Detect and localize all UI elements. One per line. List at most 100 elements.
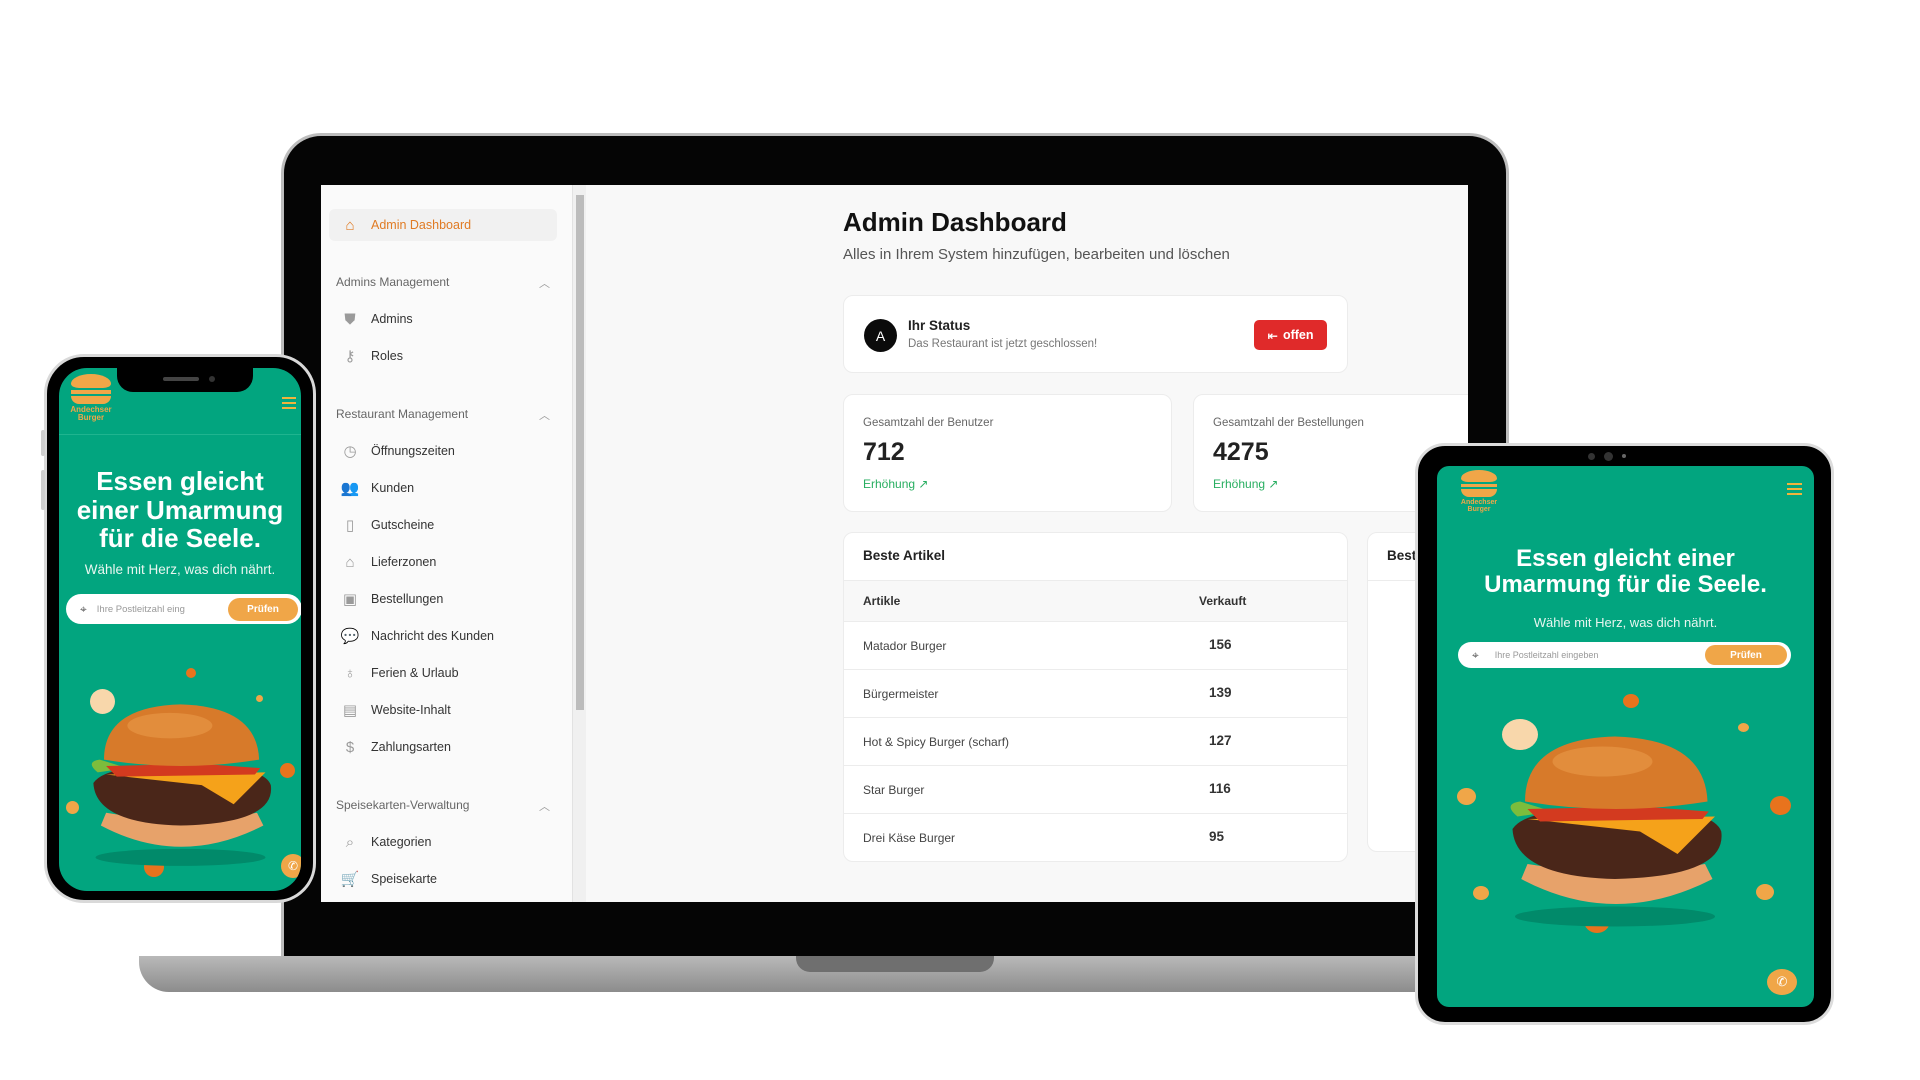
sidebar-item-gutscheine[interactable]: ▯ Gutscheine: [329, 509, 557, 541]
decor-dot: [186, 668, 196, 678]
table-row: Hot & Spicy Burger (scharf) 127: [844, 718, 1347, 766]
stat-card-users: Gesamtzahl der Benutzer 712 Erhöhung ↗: [843, 394, 1172, 512]
decor-dot: [1623, 694, 1639, 708]
chat-icon: 💬: [340, 628, 360, 645]
status-title: Ihr Status: [908, 318, 971, 333]
stat-value: 712: [863, 438, 905, 466]
dollar-icon: $: [345, 738, 355, 756]
login-icon: ⇤: [1267, 328, 1278, 343]
chevron-up-icon: ︿: [539, 410, 550, 422]
stat-trend: Erhöhung ↗: [863, 477, 929, 491]
trending-up-icon: ↗: [918, 477, 929, 491]
tablet-website-screen: Andechser Burger Essen gleicht einer Uma…: [1437, 466, 1814, 1007]
check-button[interactable]: Prüfen: [228, 597, 298, 621]
voucher-icon: ▯: [345, 517, 355, 534]
brand-logo[interactable]: Andechser Burger: [69, 374, 113, 422]
card-title: Beste Artikel: [863, 548, 946, 563]
burger-image: [91, 704, 272, 866]
sidebar-item-nachricht[interactable]: 💬 Nachricht des Kunden: [329, 620, 557, 652]
stat-trend: Erhöhung ↗: [1213, 477, 1279, 491]
table-row: Star Burger 116: [844, 766, 1347, 814]
phone-call-icon[interactable]: ✆: [281, 854, 301, 878]
phone-frame: Andechser Burger Essen gleicht einer Uma…: [44, 354, 316, 903]
sidebar-item-kategorien[interactable]: ⌕ Kategorien: [329, 826, 557, 858]
sidebar-scrollbar[interactable]: [572, 185, 586, 902]
phone-side-button: [41, 470, 45, 510]
stat-label: Gesamtzahl der Bestellungen: [1213, 417, 1364, 429]
sidebar-item-ferien[interactable]: ♁ Ferien & Urlaub: [329, 657, 557, 689]
money-icon: ▣: [342, 591, 358, 608]
speaker: [163, 377, 199, 381]
phone-notch: [117, 368, 253, 392]
hero-headline: Essen gleicht einer Umarmung für die See…: [1484, 545, 1767, 599]
decor-dot: [1756, 884, 1774, 900]
sidebar-group-speisekarten[interactable]: Speisekarten-Verwaltung ︿: [336, 798, 556, 814]
page-subtitle: Alles in Ihrem System hinzufügen, bearbe…: [843, 246, 1230, 263]
cart-icon: 🛒: [340, 871, 360, 888]
camera: [1588, 453, 1595, 460]
sidebar-item-bestellungen[interactable]: ▣ Bestellungen: [329, 583, 557, 615]
stat-value: 4275: [1213, 438, 1269, 466]
sidebar-group-restaurant-management[interactable]: Restaurant Management ︿: [336, 407, 556, 423]
check-button[interactable]: Prüfen: [1705, 645, 1787, 665]
sidebar-item-zahlungsarten[interactable]: $ Zahlungsarten: [329, 731, 557, 763]
brand-logo[interactable]: Andechser Burger: [1459, 470, 1499, 513]
tablet-frame: Andechser Burger Essen gleicht einer Uma…: [1415, 443, 1834, 1025]
decor-dot: [1457, 788, 1476, 805]
status-text: Das Restaurant ist jetzt geschlossen!: [908, 338, 1098, 350]
burger-image: [1510, 736, 1722, 927]
camera: [1604, 452, 1613, 461]
sidebar-item-admins[interactable]: ⛊ Admins: [329, 303, 557, 335]
zip-input[interactable]: Ihre Postleitzahl eingeben: [1495, 650, 1705, 660]
sensor: [1622, 454, 1626, 458]
hero-subline: Wähle mit Herz, was dich nährt.: [1533, 615, 1718, 630]
search-icon: ⌕: [345, 833, 355, 851]
card-title: Best: [1387, 548, 1417, 563]
scrollbar-thumb[interactable]: [576, 195, 584, 710]
sidebar: ⌂ Admin Dashboard Admins Management ︿ ⛊ Ad…: [321, 185, 572, 902]
clock-icon: ◷: [343, 443, 357, 460]
shield-icon: ⛊: [344, 310, 356, 328]
menu-icon[interactable]: [282, 397, 296, 409]
open-restaurant-button[interactable]: ⇤ offen: [1254, 320, 1327, 350]
chevron-up-icon: ︿: [539, 801, 550, 813]
laptop-notch: [796, 956, 994, 972]
sidebar-item-website-inhalt[interactable]: ▤ Website-Inhalt: [329, 694, 557, 726]
table-row: Drei Käse Burger 95: [863, 829, 1225, 845]
phone-side-button: [41, 430, 45, 456]
stat-label: Gesamtzahl der Benutzer: [863, 417, 994, 429]
menu-icon[interactable]: [1787, 483, 1802, 495]
sidebar-item-roles[interactable]: ⚷ Roles: [329, 340, 557, 372]
divider: [59, 434, 301, 435]
home-icon: ⌂: [345, 553, 355, 571]
location-pin-icon: ⌖: [1472, 647, 1479, 662]
zip-input[interactable]: Ihre Postleitzahl eing: [97, 604, 228, 615]
phone-website-screen: Andechser Burger Essen gleicht einer Uma…: [59, 368, 301, 891]
sidebar-item-oeffnungszeiten[interactable]: ◷ Öffnungszeiten: [329, 435, 557, 467]
sidebar-item-lieferzonen[interactable]: ⌂ Lieferzonen: [329, 546, 557, 578]
trending-up-icon: ↗: [1268, 477, 1279, 491]
table-row: Bürgermeister 139: [844, 670, 1347, 718]
sidebar-item-kunden[interactable]: 👥 Kunden: [329, 472, 557, 504]
sidebar-item-admin-dashboard[interactable]: ⌂ Admin Dashboard: [329, 209, 557, 241]
lightbulb-icon: ♁: [344, 664, 356, 682]
admin-dashboard-screen: ⌂ Admin Dashboard Admins Management ︿ ⛊ Ad…: [321, 185, 1468, 902]
home-icon: ⌂: [345, 216, 355, 234]
column-header-verkauft: Verkauft: [1199, 594, 1247, 608]
avatar: A: [864, 319, 897, 352]
zip-search-bar: ⌖ Ihre Postleitzahl eing Prüfen: [66, 594, 301, 624]
sidebar-item-speisekarte[interactable]: 🛒 Speisekarte: [329, 863, 557, 895]
best-items-card: Beste Artikel Artikle Verkauft Matador B…: [843, 532, 1348, 862]
camera: [209, 376, 215, 382]
chevron-up-icon: ︿: [539, 278, 550, 290]
table-header: Artikle Verkauft: [844, 580, 1347, 622]
decor-dot: [1770, 796, 1791, 815]
page-title: Admin Dashboard: [843, 207, 1067, 237]
hero-headline: Essen gleicht einer Umarmung für die See…: [76, 466, 284, 554]
key-icon: ⚷: [344, 348, 356, 365]
users-icon: 👥: [340, 480, 360, 497]
sidebar-group-admins-management[interactable]: Admins Management ︿: [336, 275, 556, 291]
table-row: Matador Burger 156: [844, 622, 1347, 670]
phone-call-icon[interactable]: ✆: [1767, 969, 1797, 995]
newspaper-icon: ▤: [342, 702, 358, 719]
